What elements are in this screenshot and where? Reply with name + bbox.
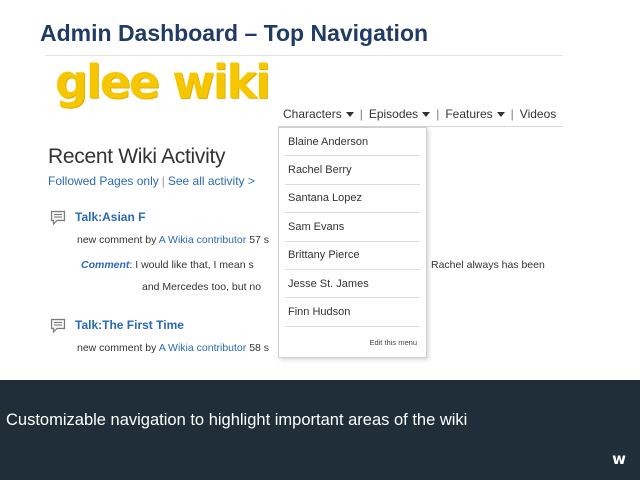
activity-time: 58 s: [249, 342, 270, 354]
contributor-link[interactable]: A Wikia contributor: [159, 234, 247, 246]
nav-item-label: Videos: [519, 107, 557, 121]
recent-activity-title: Recent Wiki Activity: [48, 145, 226, 168]
comment-text-right: Rachel always has been: [431, 259, 545, 271]
contributor-link[interactable]: A Wikia contributor: [159, 342, 247, 354]
wiki-logo[interactable]: glee wiki: [55, 57, 271, 108]
nav-item-videos[interactable]: Videos: [515, 107, 561, 121]
top-navigation: Characters | Episodes | Features | Video…: [278, 105, 561, 123]
activity-title-link[interactable]: Talk:The First Time: [75, 318, 184, 332]
edit-menu-link[interactable]: Edit this menu: [369, 338, 417, 347]
dropdown-item[interactable]: Blaine Anderson: [285, 128, 420, 157]
meta-prefix: new comment by: [77, 342, 157, 354]
see-all-activity-link[interactable]: See all activity >: [168, 174, 255, 188]
nav-item-episodes[interactable]: Episodes: [364, 107, 435, 121]
dropdown-item[interactable]: Rachel Berry: [285, 156, 420, 185]
slide-caption: Customizable navigation to highlight imp…: [6, 411, 468, 429]
slide-title: Admin Dashboard – Top Navigation: [40, 20, 429, 46]
activity-filter-links: Followed Pages only | See all activity >: [48, 174, 255, 188]
comment-text-line2: and Mercedes too, but no: [142, 281, 262, 293]
meta-prefix: new comment by: [77, 234, 157, 246]
caret-down-icon: [422, 111, 431, 117]
dropdown-item[interactable]: Jesse St. James: [285, 270, 420, 299]
activity-meta: new comment by A Wikia contributor 57 s: [77, 234, 269, 246]
activity-title-link[interactable]: Talk:Asian F: [75, 210, 145, 224]
dropdown-item[interactable]: Brittany Pierce: [285, 242, 420, 270]
nav-item-features[interactable]: Features: [440, 107, 509, 121]
activity-time: 57 s: [249, 234, 270, 246]
nav-item-label: Characters: [283, 107, 342, 121]
dropdown-item[interactable]: Sam Evans: [285, 213, 420, 242]
caret-down-icon: [345, 111, 354, 117]
activity-meta: new comment by A Wikia contributor 58 s: [77, 342, 269, 354]
followed-pages-link[interactable]: Followed Pages only: [48, 174, 159, 188]
characters-dropdown-menu: Blaine Anderson Rachel Berry Santana Lop…: [278, 127, 427, 358]
link-separator: |: [161, 174, 165, 188]
nav-item-label: Episodes: [368, 107, 419, 121]
dropdown-item[interactable]: Finn Hudson: [285, 298, 420, 327]
talk-bubble-icon: [50, 210, 66, 226]
nav-item-characters[interactable]: Characters: [278, 107, 359, 121]
wikia-logo: w: [612, 450, 626, 468]
caption-banner: Customizable navigation to highlight imp…: [0, 380, 640, 480]
comment-snippet: Comment: I would like that, I mean s: [81, 259, 254, 271]
comment-label: Comment: [81, 259, 130, 271]
comment-text: : I would like that, I mean s: [129, 259, 254, 271]
dropdown-item[interactable]: Santana Lopez: [285, 185, 420, 214]
caret-down-icon: [496, 111, 505, 117]
nav-item-label: Features: [445, 107, 493, 121]
talk-bubble-icon: [50, 318, 66, 334]
wiki-screenshot: glee wiki Characters | Episodes | Featur…: [45, 55, 563, 373]
